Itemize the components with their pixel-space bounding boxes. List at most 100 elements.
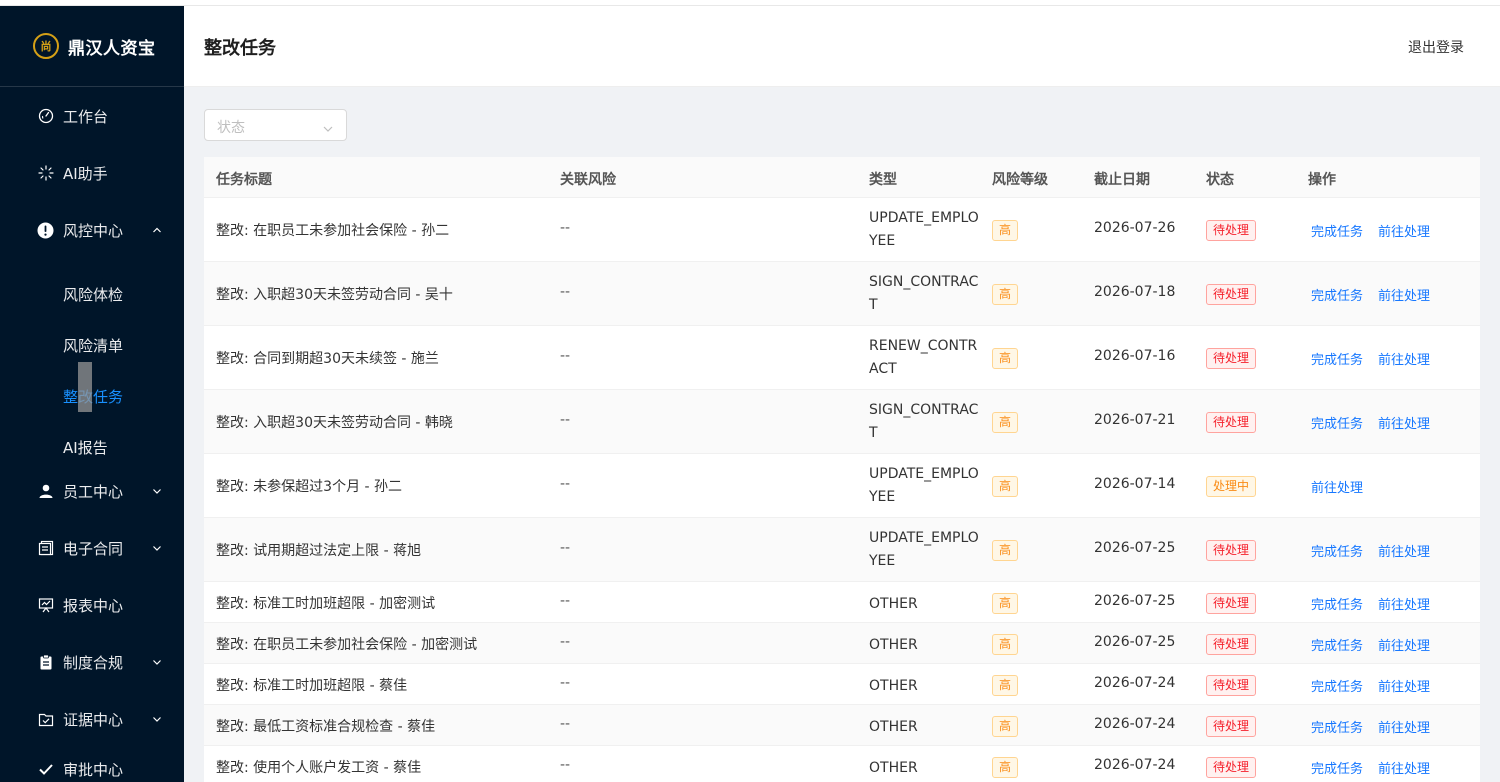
- risk-level-badge: 高: [992, 593, 1019, 614]
- table-row: 整改: 入职超30天未签劳动合同 - 吴十 -- SIGN_CONTRACT 高 202…: [204, 262, 1480, 326]
- go-handle-link[interactable]: 前往处理: [1378, 717, 1430, 736]
- risk-level-badge: 高: [992, 284, 1019, 305]
- task-type-cell: OTHER: [869, 678, 918, 694]
- sidebar-item-label: 制度合规: [63, 653, 124, 672]
- status-badge: 待处理: [1206, 412, 1257, 433]
- table-row: 整改: 在职员工未参加社会保险 - 孙二 -- UPDATE_EMPLOYEE 高 20…: [204, 198, 1480, 262]
- task-title-cell: 整改: 标准工时加班超限 - 蔡佳: [216, 678, 408, 694]
- complete-task-link[interactable]: 完成任务: [1311, 635, 1363, 654]
- due-date-cell: 2026-07-16: [1094, 348, 1176, 364]
- contract-icon: [37, 540, 54, 557]
- status-badge: 待处理: [1206, 220, 1257, 241]
- chevron-down-icon: [151, 713, 163, 725]
- related-risk-cell: --: [560, 540, 571, 556]
- related-risk-cell: --: [560, 634, 571, 650]
- task-type-cell: UPDATE_EMPLOYEE: [869, 530, 979, 569]
- status-filter-placeholder: 状态: [217, 120, 245, 136]
- due-date-cell: 2026-07-21: [1094, 412, 1176, 428]
- sidebar-item-label: 电子合同: [63, 539, 124, 558]
- risk-level-badge: 高: [992, 716, 1019, 737]
- complete-task-link[interactable]: 完成任务: [1311, 758, 1363, 777]
- due-date-cell: 2026-07-18: [1094, 284, 1176, 300]
- go-handle-link[interactable]: 前往处理: [1378, 413, 1430, 432]
- column-header-status: 状态: [1206, 172, 1234, 188]
- status-badge: 待处理: [1206, 284, 1257, 305]
- chevron-up-icon: [151, 224, 163, 236]
- status-badge: 待处理: [1206, 757, 1257, 778]
- chevron-down-icon: [151, 485, 163, 497]
- risk-level-badge: 高: [992, 757, 1019, 778]
- complete-task-link[interactable]: 完成任务: [1311, 717, 1363, 736]
- sidebar-item-label: AI助手: [63, 164, 108, 183]
- status-badge: 待处理: [1206, 348, 1257, 369]
- complete-task-link[interactable]: 完成任务: [1311, 676, 1363, 695]
- task-title-cell: 整改: 未参保超过3个月 - 孙二: [216, 479, 403, 495]
- table-row: 整改: 未参保超过3个月 - 孙二 -- UPDATE_EMPLOYEE 高 2026-…: [204, 454, 1480, 518]
- risk-level-badge: 高: [992, 634, 1019, 655]
- related-risk-cell: --: [560, 220, 571, 236]
- status-filter-select[interactable]: 状态: [204, 109, 347, 141]
- go-handle-link[interactable]: 前往处理: [1378, 635, 1430, 654]
- page-title: 整改任务: [204, 38, 276, 59]
- risk-level-badge: 高: [992, 476, 1019, 497]
- brand-logo[interactable]: 尚 鼎汉人资宝: [0, 6, 184, 87]
- complete-task-link[interactable]: 完成任务: [1311, 221, 1363, 240]
- task-type-cell: RENEW_CONTRACT: [869, 338, 978, 377]
- status-badge: 待处理: [1206, 634, 1257, 655]
- sidebar-item-label: 工作台: [63, 107, 109, 126]
- due-date-cell: 2026-07-26: [1094, 220, 1176, 236]
- brand-logo-icon: 尚: [33, 33, 59, 59]
- risk-level-badge: 高: [992, 412, 1019, 433]
- go-handle-link[interactable]: 前往处理: [1378, 758, 1430, 777]
- due-date-cell: 2026-07-24: [1094, 675, 1176, 691]
- task-title-cell: 整改: 合同到期超30天未续签 - 施兰: [216, 351, 439, 367]
- task-type-cell: SIGN_CONTRACT: [869, 274, 979, 313]
- complete-task-link[interactable]: 完成任务: [1311, 413, 1363, 432]
- table-row: 整改: 最低工资标准合规检查 - 蔡佳 -- OTHER 高 2026-07-24 待处理…: [204, 705, 1480, 746]
- sidebar-subitem-label: AI报告: [63, 439, 108, 457]
- go-handle-link[interactable]: 前往处理: [1378, 221, 1430, 240]
- clipboard-icon: [37, 654, 54, 671]
- related-risk-cell: --: [560, 757, 571, 773]
- related-risk-cell: --: [560, 716, 571, 732]
- sidebar-item-label: 证据中心: [63, 710, 124, 729]
- risk-level-badge: 高: [992, 348, 1019, 369]
- due-date-cell: 2026-07-25: [1094, 593, 1176, 609]
- go-handle-link[interactable]: 前往处理: [1378, 594, 1430, 613]
- table-row: 整改: 使用个人账户发工资 - 蔡佳 -- OTHER 高 2026-07-24 待处理 完…: [204, 746, 1480, 782]
- go-handle-link[interactable]: 前往处理: [1378, 676, 1430, 695]
- risk-level-badge: 高: [992, 540, 1019, 561]
- go-handle-link[interactable]: 前往处理: [1378, 285, 1430, 304]
- due-date-cell: 2026-07-25: [1094, 540, 1176, 556]
- related-risk-cell: --: [560, 284, 571, 300]
- table-row: 整改: 标准工时加班超限 - 蔡佳 -- OTHER 高 2026-07-24 待处理 完成…: [204, 664, 1480, 705]
- complete-task-link[interactable]: 完成任务: [1311, 349, 1363, 368]
- complete-task-link[interactable]: 完成任务: [1311, 594, 1363, 613]
- task-title-cell: 整改: 标准工时加班超限 - 加密测试: [216, 596, 436, 612]
- column-header-type: 类型: [869, 172, 897, 188]
- risk-level-badge: 高: [992, 675, 1019, 696]
- task-title-cell: 整改: 入职超30天未签劳动合同 - 韩晓: [216, 415, 453, 431]
- task-type-cell: SIGN_CONTRACT: [869, 402, 979, 441]
- task-type-cell: OTHER: [869, 637, 918, 653]
- table-header: 任务标题 关联风险 类型 风险等级 截止日期 状态 操作: [204, 157, 1480, 198]
- due-date-cell: 2026-07-25: [1094, 634, 1176, 650]
- sidebar-item-label: 报表中心: [63, 596, 124, 615]
- go-handle-link[interactable]: 前往处理: [1311, 477, 1363, 496]
- related-risk-cell: --: [560, 593, 571, 609]
- related-risk-cell: --: [560, 476, 571, 492]
- go-handle-link[interactable]: 前往处理: [1378, 541, 1430, 560]
- status-badge: 处理中: [1206, 476, 1257, 497]
- status-badge: 待处理: [1206, 716, 1257, 737]
- task-title-cell: 整改: 使用个人账户发工资 - 蔡佳: [216, 760, 422, 776]
- task-table: 任务标题 关联风险 类型 风险等级 截止日期 状态 操作 整改: 在职员工未参加…: [204, 157, 1480, 782]
- status-badge: 待处理: [1206, 540, 1257, 561]
- main-content: 状态 任务标题 关联风险 类型 风险等级 截止日期 状态 操作 整改: 在职员工…: [184, 87, 1500, 782]
- go-handle-link[interactable]: 前往处理: [1378, 349, 1430, 368]
- logout-button[interactable]: 退出登录: [1408, 37, 1464, 57]
- complete-task-link[interactable]: 完成任务: [1311, 285, 1363, 304]
- task-title-cell: 整改: 入职超30天未签劳动合同 - 吴十: [216, 287, 453, 303]
- due-date-cell: 2026-07-14: [1094, 476, 1176, 492]
- complete-task-link[interactable]: 完成任务: [1311, 541, 1363, 560]
- risk-level-badge: 高: [992, 220, 1019, 241]
